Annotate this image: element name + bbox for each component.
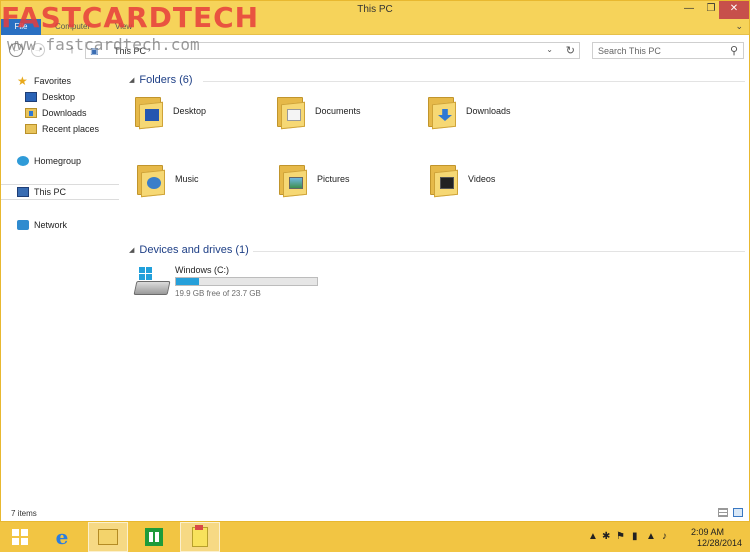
sidebar-item-this-pc[interactable]: This PC	[1, 184, 119, 200]
close-button[interactable]: ✕	[719, 1, 749, 19]
divider	[203, 81, 745, 82]
taskbar-internet-explorer[interactable]: e	[42, 522, 82, 552]
computer-icon	[17, 187, 29, 197]
taskbar-file-explorer[interactable]	[88, 522, 128, 552]
battery-icon[interactable]: ▮	[632, 531, 638, 542]
file-explorer-icon	[98, 529, 118, 545]
folder-label: Documents	[315, 106, 361, 116]
folder-label: Pictures	[317, 174, 350, 184]
hard-drive-icon	[133, 267, 171, 297]
folder-downloads-icon	[428, 93, 458, 130]
sidebar-item-label: This PC	[34, 187, 67, 197]
clock-time[interactable]: 2:09 AM	[691, 527, 724, 537]
folder-documents-icon	[277, 93, 307, 130]
folder-videos[interactable]: Videos	[430, 157, 570, 201]
status-bar: 7 items	[1, 505, 749, 521]
watermark-url: www.fastcardtech.com	[7, 35, 200, 54]
folder-downloads[interactable]: Downloads	[428, 89, 568, 133]
search-icon[interactable]: ⚲	[730, 44, 738, 57]
sidebar-item-label: Favorites	[34, 76, 72, 86]
folder-videos-icon	[430, 161, 460, 198]
sticky-notes-icon	[192, 525, 208, 547]
sidebar-item-label: Network	[34, 220, 68, 230]
sidebar-item-label: Downloads	[42, 108, 87, 118]
store-icon	[145, 528, 163, 546]
folder-pictures-icon	[279, 161, 309, 198]
folder-desktop[interactable]: Desktop	[135, 89, 275, 133]
explorer-window: This PC — ❐ ✕ File Computer View ⌄ ← → ↑…	[0, 0, 750, 522]
folder-label: Desktop	[173, 106, 207, 116]
search-input[interactable]: Search This PC ⚲	[592, 42, 744, 59]
group-title: Devices and drives (1)	[139, 244, 249, 256]
folder-label: Videos	[468, 174, 496, 184]
clock-date[interactable]: 12/28/2014	[697, 538, 742, 548]
search-placeholder: Search This PC	[598, 46, 661, 56]
sidebar-item-recent-places[interactable]: Recent places	[25, 121, 99, 137]
content-pane: ◢ Folders (6) Desktop Documents Download…	[125, 65, 749, 505]
folder-label: Downloads	[466, 106, 511, 116]
windows-logo-icon	[12, 529, 28, 545]
star-icon: ★	[17, 74, 28, 88]
taskbar: e ▲ ✱ ⚑ ▮ ▲ ♪ 2:09 AM 12/28/2014	[0, 522, 750, 552]
drive-usage-bar	[175, 277, 318, 286]
sidebar-item-downloads[interactable]: Downloads	[25, 105, 87, 121]
large-icons-view-icon[interactable]	[733, 508, 743, 517]
group-title: Folders (6)	[139, 74, 193, 86]
drive-usage-fill	[176, 278, 199, 285]
chevron-down-icon[interactable]: ⌄	[735, 21, 743, 32]
folders-group-header[interactable]: ◢ Folders (6)	[129, 74, 193, 86]
sidebar-item-label: Desktop	[42, 92, 76, 102]
start-button[interactable]	[0, 522, 40, 552]
collapse-icon[interactable]: ◢	[129, 246, 134, 254]
drive-windows-c[interactable]: Windows (C:) 19.9 GB free of 23.7 GB	[133, 265, 335, 301]
watermark-logo: FASTCARDTECH	[1, 1, 260, 34]
folder-music[interactable]: Music	[137, 157, 277, 201]
recent-places-icon	[25, 124, 37, 134]
sidebar-item-label: Recent places	[42, 124, 100, 134]
item-count: 7 items	[11, 509, 37, 518]
volume-icon[interactable]: ♪	[662, 531, 667, 542]
bluetooth-icon[interactable]: ✱	[602, 531, 610, 542]
collapse-icon[interactable]: ◢	[129, 76, 134, 84]
drive-free-space: 19.9 GB free of 23.7 GB	[175, 289, 261, 298]
drive-name: Windows (C:)	[175, 265, 230, 275]
folder-pictures[interactable]: Pictures	[279, 157, 419, 201]
homegroup-icon	[17, 156, 29, 166]
folder-desktop-icon	[135, 93, 165, 130]
flag-icon[interactable]: ⚑	[616, 531, 625, 542]
drives-group-header[interactable]: ◢ Devices and drives (1)	[129, 244, 249, 256]
sidebar-item-homegroup[interactable]: Homegroup	[17, 153, 81, 169]
refresh-icon[interactable]: ↻	[566, 44, 575, 57]
show-hidden-icons-icon[interactable]: ▲	[588, 531, 598, 542]
sidebar-item-label: Homegroup	[34, 156, 82, 166]
folder-documents[interactable]: Documents	[277, 89, 417, 133]
folder-label: Music	[175, 174, 199, 184]
divider	[253, 251, 745, 252]
taskbar-store[interactable]	[134, 522, 174, 552]
sidebar-item-favorites[interactable]: ★ Favorites	[17, 73, 71, 89]
downloads-icon	[25, 108, 37, 118]
sidebar-item-desktop[interactable]: Desktop	[25, 89, 75, 105]
navigation-pane: ★ Favorites Desktop Downloads Recent pla…	[1, 65, 121, 505]
details-view-icon[interactable]	[718, 508, 728, 517]
sidebar-item-network[interactable]: Network	[17, 217, 67, 233]
minimize-button[interactable]: —	[678, 1, 700, 19]
desktop-icon	[25, 92, 37, 102]
windows-logo-icon	[139, 267, 152, 280]
system-tray: ▲ ✱ ⚑ ▮ ▲ ♪ 2:09 AM 12/28/2014	[580, 522, 750, 552]
internet-explorer-icon: e	[55, 525, 69, 549]
network-signal-icon[interactable]: ▲	[646, 531, 656, 542]
network-icon	[17, 220, 29, 230]
chevron-down-icon[interactable]: ⌄	[546, 45, 553, 54]
taskbar-sticky-notes[interactable]	[180, 522, 220, 552]
folder-music-icon	[137, 161, 167, 198]
